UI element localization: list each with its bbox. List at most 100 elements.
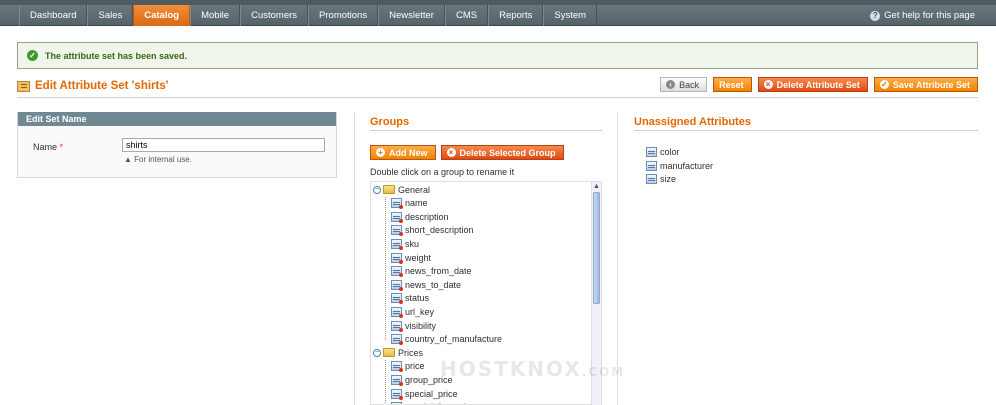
attribute-icon: [391, 293, 403, 305]
nav-item-sales[interactable]: Sales: [87, 5, 134, 26]
group-buttons: + Add New × Delete Selected Group: [370, 145, 564, 160]
nav-list: Dashboard Sales Catalog Mobile Customers Prom…: [0, 5, 996, 26]
tree-group-general[interactable]: − General: [373, 183, 430, 196]
tree-attribute-status[interactable]: status: [391, 292, 429, 305]
back-button-label: Back: [679, 79, 700, 90]
tree-attribute-description[interactable]: description: [391, 210, 449, 223]
save-check-icon: ✓: [879, 80, 889, 89]
attribute-icon: [646, 147, 657, 157]
add-new-group-button[interactable]: + Add New: [370, 145, 436, 160]
tree-attribute-weight[interactable]: weight: [391, 251, 431, 264]
unassigned-attributes-title: Unassigned Attributes: [634, 116, 751, 128]
tree-connector-line: [385, 196, 386, 341]
tree-attribute-label: weight: [405, 252, 432, 263]
tree-attribute-country-of-manufacture[interactable]: country_of_manufacture: [391, 333, 502, 346]
delete-selected-group-button[interactable]: × Delete Selected Group: [440, 145, 564, 160]
tree-attribute-label: sku: [405, 238, 420, 249]
nav-item-promotions[interactable]: Promotions: [308, 5, 379, 26]
tree-attribute-url-key[interactable]: url_key: [391, 305, 434, 318]
nav-item-dashboard[interactable]: Dashboard: [19, 5, 88, 26]
tree-connector-line: [385, 359, 386, 404]
folder-icon: [383, 185, 395, 194]
tree-attribute-label: url_key: [405, 306, 435, 317]
attribute-icon: [391, 266, 403, 278]
collapse-toggle-icon[interactable]: −: [373, 348, 381, 357]
nav-item-cms[interactable]: CMS: [444, 5, 489, 26]
tree-attribute-news-from-date[interactable]: news_from_date: [391, 265, 472, 278]
header-divider: [17, 97, 978, 98]
tree-attribute-visibility[interactable]: visibility: [391, 319, 436, 332]
edit-set-name-heading: Edit Set Name: [18, 112, 336, 126]
set-name-input[interactable]: [122, 138, 325, 152]
help-label: Get help for this page: [884, 10, 975, 21]
tree-attribute-sku[interactable]: sku: [391, 237, 419, 250]
groups-hint: Double click on a group to rename it: [370, 167, 515, 177]
nav-item-reports[interactable]: Reports: [488, 5, 544, 26]
success-message-text: The attribute set has been saved.: [45, 50, 188, 61]
add-new-label: Add New: [389, 147, 428, 158]
internal-use-note: ▲ For internal use.: [124, 155, 192, 164]
delete-icon: ×: [763, 80, 773, 89]
attribute-icon: [391, 361, 403, 373]
unassigned-attribute-size[interactable]: size: [646, 173, 676, 185]
note-text: For internal use.: [134, 155, 192, 164]
name-label-text: Name: [33, 142, 58, 152]
tree-group-prices[interactable]: − Prices: [373, 346, 423, 359]
check-icon: ✓: [27, 50, 38, 61]
page-title-text: Edit Attribute Set 'shirts': [35, 80, 169, 92]
tree-attribute-short-description[interactable]: short_description: [391, 224, 474, 237]
column-divider-left: [354, 112, 355, 405]
tree-attribute-label: status: [405, 293, 430, 304]
tree-attribute-label: short_description: [405, 225, 474, 236]
attribute-icon: [391, 320, 403, 332]
tree-attribute-special-from-date[interactable]: special_from_date: [391, 401, 479, 404]
nav-item-mobile[interactable]: Mobile: [190, 5, 241, 26]
unassigned-attribute-manufacturer[interactable]: manufacturer: [646, 160, 713, 172]
delete-group-label: Delete Selected Group: [459, 147, 556, 158]
page-title: Edit Attribute Set 'shirts': [17, 80, 168, 92]
help-icon: ?: [870, 10, 881, 21]
hostknox-watermark: HOSTKNOX.COM: [440, 357, 626, 381]
tree-attribute-news-to-date[interactable]: news_to_date: [391, 278, 461, 291]
edit-set-name-panel: Edit Set Name Name * ▲ For internal use.: [17, 112, 337, 178]
attribute-icon: [391, 211, 403, 223]
groups-title: Groups: [370, 116, 410, 128]
name-label: Name *: [33, 142, 63, 152]
attribute-icon: [391, 306, 403, 318]
tree-attribute-label: visibility: [405, 320, 437, 331]
attribute-set-icon: [17, 80, 30, 92]
nav-item-customers[interactable]: Customers: [240, 5, 309, 26]
save-attribute-set-button[interactable]: ✓ Save Attribute Set: [873, 77, 978, 92]
nav-item-system[interactable]: System: [543, 5, 598, 26]
main-navigation: Dashboard Sales Catalog Mobile Customers Prom…: [0, 5, 996, 26]
scroll-thumb[interactable]: [593, 192, 600, 304]
scroll-up-arrow-icon[interactable]: ▲: [592, 182, 601, 191]
tree-attribute-price[interactable]: price: [391, 360, 425, 373]
tree-attribute-label: name: [405, 198, 428, 209]
tree-attribute-name[interactable]: name: [391, 197, 428, 210]
unassigned-divider: [634, 130, 978, 131]
attribute-icon: [391, 252, 403, 264]
tree-group-label: Prices: [398, 347, 424, 358]
groups-divider: [370, 130, 602, 131]
back-button[interactable]: ‹ Back: [660, 77, 708, 92]
attribute-icon: [646, 160, 657, 171]
attribute-icon: [391, 279, 403, 291]
delete-attribute-set-button[interactable]: × Delete Attribute Set: [757, 77, 868, 92]
unassigned-attribute-label: size: [660, 174, 677, 184]
unassigned-attribute-color[interactable]: color: [646, 146, 680, 158]
reset-button-label: Reset: [719, 79, 744, 90]
folder-icon: [383, 348, 395, 358]
nav-item-catalog[interactable]: Catalog: [133, 5, 191, 26]
unassigned-attribute-label: color: [660, 147, 680, 157]
attribute-icon: [391, 198, 403, 210]
tree-attribute-special-price[interactable]: special_price: [391, 387, 458, 400]
delete-group-icon: ×: [446, 148, 456, 157]
plus-icon: +: [376, 148, 385, 157]
nav-item-newsletter[interactable]: Newsletter: [378, 5, 445, 26]
attribute-icon: [391, 225, 403, 237]
help-link[interactable]: ? Get help for this page: [870, 5, 975, 26]
reset-button[interactable]: Reset: [713, 77, 752, 92]
attribute-icon: [391, 334, 403, 346]
collapse-toggle-icon[interactable]: −: [373, 185, 381, 194]
